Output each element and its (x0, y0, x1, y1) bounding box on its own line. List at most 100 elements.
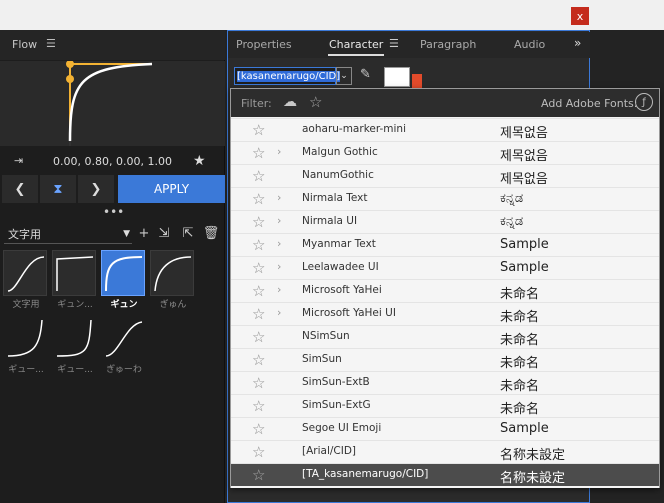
tab-menu-icon[interactable]: ☰ (389, 37, 399, 50)
favorite-star-icon[interactable]: ☆ (252, 190, 265, 208)
overflow-chevron-icon[interactable]: » (574, 36, 581, 50)
font-row[interactable]: ☆ › Microsoft YaHei UI 未命名 (231, 302, 659, 325)
swap-button[interactable]: ⧗ (40, 175, 76, 203)
expand-chevron-icon[interactable]: › (277, 306, 281, 319)
tab-properties[interactable]: Properties (236, 38, 292, 51)
adobe-fonts-icon[interactable]: ƒ (635, 93, 653, 111)
font-family-value: [kasanemarugo/CID] (237, 70, 341, 82)
font-row[interactable]: ☆ aoharu-marker-mini 제목없음 (231, 118, 659, 141)
preset-label-4: ギュー... (8, 365, 44, 375)
favorite-star-icon[interactable]: ☆ (252, 236, 265, 254)
font-row[interactable]: ☆ SimSun-ExtB 未命名 (231, 371, 659, 394)
favorite-star-icon[interactable]: ☆ (252, 305, 265, 323)
favorite-star-icon[interactable]: ☆ (252, 420, 265, 438)
font-sample: Sample (500, 260, 549, 275)
font-row[interactable]: ☆ › Nirmala UI ಕನ್ನಡ (231, 210, 659, 233)
favorite-star-icon[interactable]: ☆ (252, 351, 265, 369)
favorite-star-icon[interactable]: ☆ (252, 397, 265, 415)
prev-button[interactable]: ❮ (2, 175, 38, 203)
preset-label-2: ギュン (110, 300, 138, 310)
control-handle-2[interactable] (66, 75, 74, 83)
add-adobe-fonts-label: Add Adobe Fonts: (541, 97, 638, 110)
font-row[interactable]: ☆ › Nirmala Text ಕನ್ನಡ (231, 187, 659, 210)
favorite-star-icon[interactable]: ☆ (252, 144, 265, 162)
control-handle-1[interactable] (66, 60, 74, 68)
preset-thumb-0[interactable] (3, 250, 47, 296)
preset-toolbar: 文字用 ▼ + ⇲ ⇱ 🗑 (0, 222, 225, 248)
favorite-star-icon[interactable]: ☆ (252, 374, 265, 392)
close-icon: x (576, 9, 584, 23)
favorite-star-icon[interactable]: ★ (193, 153, 206, 169)
expand-chevron-icon[interactable]: › (277, 191, 281, 204)
font-sample: Sample (500, 421, 549, 436)
star-filter-icon[interactable]: ☆ (309, 93, 322, 111)
favorite-star-icon[interactable]: ☆ (252, 259, 265, 277)
trash-icon[interactable]: 🗑 (203, 225, 220, 241)
preset-thumb-5[interactable] (52, 315, 96, 361)
eyedropper-icon[interactable]: ✎ (360, 67, 376, 85)
tab-audio[interactable]: Audio (514, 38, 545, 51)
preset-label-6: ぎゅーわ (106, 365, 142, 375)
favorite-star-icon[interactable]: ☆ (252, 466, 265, 484)
preset-thumb-2[interactable] (101, 250, 145, 296)
tab-paragraph[interactable]: Paragraph (420, 38, 476, 51)
preset-thumb-4[interactable] (3, 315, 47, 361)
curve-graph (66, 60, 153, 146)
preset-thumb-6[interactable] (101, 315, 145, 361)
preset-thumb-3[interactable] (150, 250, 194, 296)
font-row[interactable]: ☆ Segoe UI Emoji Sample (231, 417, 659, 440)
font-name: Nirmala UI (302, 215, 358, 227)
font-row[interactable]: ☆ › Myanmar Text Sample (231, 233, 659, 256)
font-name: Nirmala Text (302, 192, 368, 204)
favorite-star-icon[interactable]: ☆ (252, 213, 265, 231)
expand-chevron-icon[interactable]: › (277, 237, 281, 250)
font-row[interactable]: ☆ [Arial/CID] 名称未設定 (231, 440, 659, 463)
flow-title: Flow (12, 38, 38, 51)
font-row[interactable]: ☆ › Malgun Gothic 제목없음 (231, 141, 659, 164)
font-list: ☆ aoharu-marker-mini 제목없음 ☆ › Malgun Gothic 제목… (231, 118, 659, 488)
font-name: SimSun (302, 353, 342, 365)
font-sample: 제목없음 (500, 172, 548, 187)
font-sample: 未命名 (500, 333, 540, 348)
font-row[interactable]: ☆ › Leelawadee UI Sample (231, 256, 659, 279)
fill-color-swatch[interactable] (384, 67, 410, 87)
expand-chevron-icon[interactable]: › (277, 260, 281, 273)
preset-label-3: ぎゅん (159, 300, 187, 310)
import-icon[interactable]: ⇥ (14, 154, 23, 167)
preset-label-0: 文字用 (12, 300, 40, 310)
font-row[interactable]: ☆ [TA_kasanemarugo/CID] 名称未設定 (231, 463, 659, 486)
font-row[interactable]: ☆ › Microsoft YaHei 未命名 (231, 279, 659, 302)
favorite-star-icon[interactable]: ☆ (252, 167, 265, 185)
stroke-color-swatch[interactable] (412, 74, 422, 88)
font-name: SimSun-ExtG (302, 399, 371, 411)
favorite-star-icon[interactable]: ☆ (252, 282, 265, 300)
font-row[interactable]: ☆ SimSun 未命名 (231, 348, 659, 371)
font-sample: ಕನ್ನಡ (500, 214, 524, 229)
preset-thumb-1[interactable] (52, 250, 96, 296)
hamburger-icon[interactable]: ☰ (46, 37, 56, 50)
favorite-star-icon[interactable]: ☆ (252, 121, 265, 139)
close-button[interactable]: x (571, 7, 589, 25)
curve-editor[interactable] (0, 60, 225, 146)
expand-chevron-icon[interactable]: › (277, 145, 281, 158)
next-button[interactable]: ❯ (78, 175, 114, 203)
font-row[interactable]: ☆ NSimSun 未命名 (231, 325, 659, 348)
add-icon[interactable]: + (136, 225, 152, 241)
font-row[interactable]: ☆ NanumGothic 제목없음 (231, 164, 659, 187)
export-preset-icon[interactable]: ⇱ (180, 225, 196, 241)
expand-chevron-icon[interactable]: › (277, 214, 281, 227)
font-name: aoharu-marker-mini (302, 123, 407, 135)
panel-tabs: Properties Character ☰ Paragraph Audio » (228, 32, 590, 58)
tab-character[interactable]: Character (329, 38, 383, 51)
font-family-input[interactable]: [kasanemarugo/CID] (234, 67, 341, 85)
preset-select[interactable]: 文字用 ▼ (4, 224, 132, 244)
more-options-icon[interactable]: ••• (103, 205, 124, 219)
cloud-filter-icon[interactable]: ☁ (283, 94, 297, 110)
expand-chevron-icon[interactable]: › (277, 283, 281, 296)
favorite-star-icon[interactable]: ☆ (252, 443, 265, 461)
font-dropdown-button[interactable]: ⌄ (336, 67, 352, 85)
favorite-star-icon[interactable]: ☆ (252, 328, 265, 346)
apply-button[interactable]: APPLY (118, 175, 225, 203)
font-row[interactable]: ☆ SimSun-ExtG 未命名 (231, 394, 659, 417)
import-preset-icon[interactable]: ⇲ (156, 225, 172, 241)
